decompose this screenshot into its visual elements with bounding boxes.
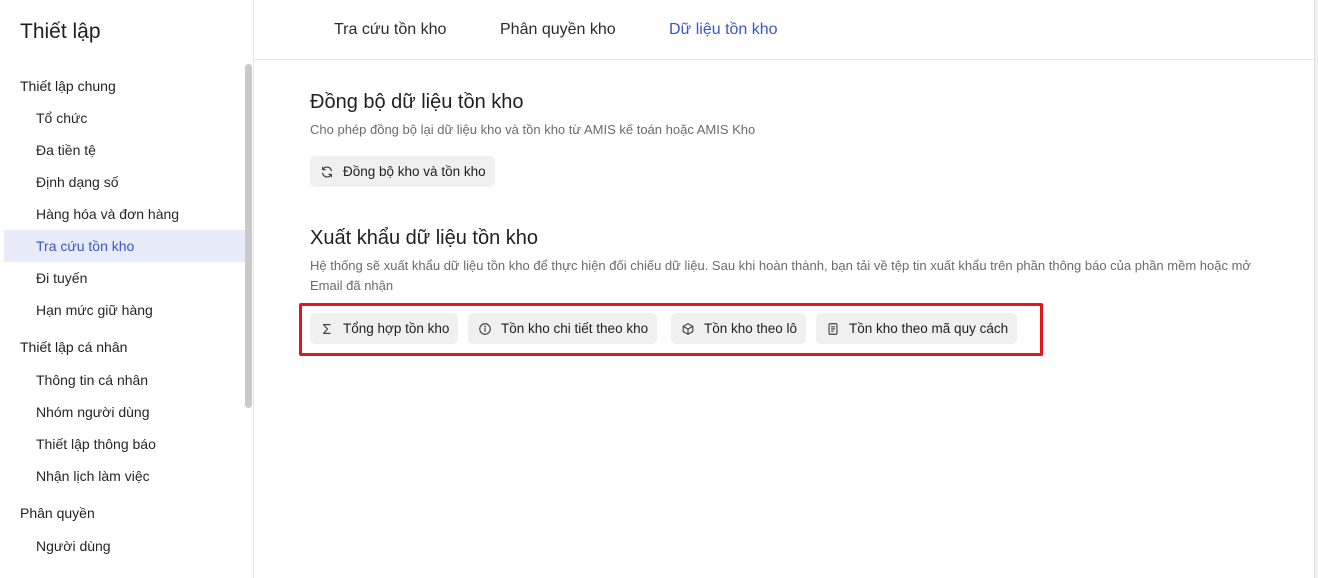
sidebar-item-work-schedule[interactable]: Nhận lịch làm việc: [4, 460, 245, 492]
highlight-annotation-box: [299, 303, 1043, 356]
sidebar-group-general: Thiết lập chung: [20, 78, 116, 94]
sidebar-item-hold-limit[interactable]: Hạn mức giữ hàng: [4, 294, 245, 326]
sidebar-item-multi-currency[interactable]: Đa tiền tệ: [4, 134, 245, 166]
refresh-icon: [319, 164, 335, 180]
sidebar-item-organization[interactable]: Tổ chức: [4, 102, 245, 134]
sidebar-nav: Thiết lập chung Tổ chức Đa tiền tệ Định …: [4, 70, 245, 562]
sidebar-item-number-format[interactable]: Định dạng số: [4, 166, 245, 198]
sidebar-item-personal-info[interactable]: Thông tin cá nhân: [4, 364, 245, 396]
sidebar-group-permissions: Phân quyền: [20, 505, 95, 521]
export-section-title: Xuất khẩu dữ liệu tồn kho: [310, 227, 538, 249]
tab-warehouse-permissions[interactable]: Phân quyền kho: [500, 21, 616, 39]
sidebar-scrollbar[interactable]: [245, 64, 252, 408]
sync-inventory-label: Đồng bộ kho và tồn kho: [343, 164, 486, 179]
export-section-description: Hệ thống sẽ xuất khẩu dữ liệu tồn kho để…: [310, 258, 1251, 293]
sidebar-title: Thiết lập: [20, 20, 101, 43]
sidebar-item-routing[interactable]: Đi tuyến: [4, 262, 245, 294]
sidebar-item-user-groups[interactable]: Nhóm người dùng: [4, 396, 245, 428]
tab-bar: Tra cứu tồn kho Phân quyền kho Dữ liệu t…: [254, 0, 1314, 60]
right-panel-edge: [1314, 0, 1318, 578]
sidebar-item-users[interactable]: Người dùng: [4, 530, 245, 562]
sidebar-item-notifications[interactable]: Thiết lập thông báo: [4, 428, 245, 460]
sidebar-item-inventory-lookup[interactable]: Tra cứu tồn kho: [4, 230, 245, 262]
tab-inventory-lookup[interactable]: Tra cứu tồn kho: [334, 21, 446, 39]
tab-inventory-data[interactable]: Dữ liệu tồn kho: [669, 21, 778, 39]
sync-section-description: Cho phép đồng bộ lại dữ liệu kho và tồn …: [310, 122, 756, 137]
sidebar-item-goods-orders[interactable]: Hàng hóa và đơn hàng: [4, 198, 245, 230]
settings-sidebar: Thiết lập Thiết lập chung Tổ chức Đa tiề…: [0, 0, 254, 578]
sync-inventory-button[interactable]: Đồng bộ kho và tồn kho: [310, 156, 495, 187]
sync-section-title: Đồng bộ dữ liệu tồn kho: [310, 91, 524, 113]
sidebar-group-personal: Thiết lập cá nhân: [20, 339, 128, 355]
